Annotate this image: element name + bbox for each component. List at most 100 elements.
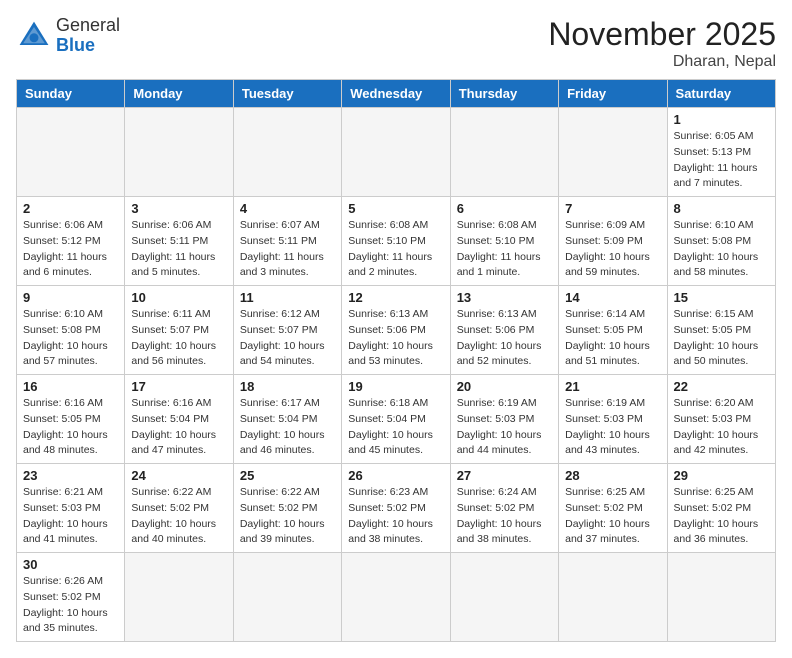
week-row-3: 16 Sunrise: 6:16 AMSunset: 5:05 PMDayligh… [17,375,776,464]
day-number: 14 [565,290,660,305]
day-number: 1 [674,112,769,127]
calendar-cell: 13 Sunrise: 6:13 AMSunset: 5:06 PMDayligh… [450,286,558,375]
day-number: 28 [565,468,660,483]
calendar-cell: 3 Sunrise: 6:06 AMSunset: 5:11 PMDaylight… [125,197,233,286]
week-row-5: 30 Sunrise: 6:26 AMSunset: 5:02 PMDayligh… [17,553,776,642]
calendar-cell: 7 Sunrise: 6:09 AMSunset: 5:09 PMDaylight… [559,197,667,286]
logo-icon [16,18,52,54]
day-number: 23 [23,468,118,483]
weekday-header-tuesday: Tuesday [233,80,341,108]
sun-info: Sunrise: 6:13 AMSunset: 5:06 PMDaylight:… [457,307,552,370]
day-number: 25 [240,468,335,483]
sun-info: Sunrise: 6:19 AMSunset: 5:03 PMDaylight:… [457,396,552,459]
day-number: 3 [131,201,226,216]
logo: General Blue [16,16,120,56]
sun-info: Sunrise: 6:19 AMSunset: 5:03 PMDaylight:… [565,396,660,459]
sun-info: Sunrise: 6:08 AMSunset: 5:10 PMDaylight:… [348,218,443,281]
calendar-cell: 5 Sunrise: 6:08 AMSunset: 5:10 PMDaylight… [342,197,450,286]
week-row-1: 2 Sunrise: 6:06 AMSunset: 5:12 PMDaylight… [17,197,776,286]
sun-info: Sunrise: 6:18 AMSunset: 5:04 PMDaylight:… [348,396,443,459]
calendar-cell [559,553,667,642]
sun-info: Sunrise: 6:10 AMSunset: 5:08 PMDaylight:… [674,218,769,281]
calendar-cell [233,553,341,642]
day-number: 16 [23,379,118,394]
day-number: 6 [457,201,552,216]
calendar-cell: 24Sunrise: 6:22 AMSunset: 5:02 PMDayligh… [125,464,233,553]
calendar-cell: 9 Sunrise: 6:10 AMSunset: 5:08 PMDaylight… [17,286,125,375]
weekday-header-thursday: Thursday [450,80,558,108]
calendar-cell: 16 Sunrise: 6:16 AMSunset: 5:05 PMDayligh… [17,375,125,464]
week-row-4: 23Sunrise: 6:21 AMSunset: 5:03 PMDayligh… [17,464,776,553]
calendar-cell: 2 Sunrise: 6:06 AMSunset: 5:12 PMDaylight… [17,197,125,286]
calendar-cell: 4 Sunrise: 6:07 AMSunset: 5:11 PMDaylight… [233,197,341,286]
sun-info: Sunrise: 6:25 AMSunset: 5:02 PMDaylight:… [565,485,660,548]
day-number: 24 [131,468,226,483]
title-area: November 2025 Dharan, Nepal [548,16,776,71]
day-number: 17 [131,379,226,394]
sun-info: Sunrise: 6:09 AMSunset: 5:09 PMDaylight:… [565,218,660,281]
day-number: 13 [457,290,552,305]
sun-info: Sunrise: 6:05 AMSunset: 5:13 PMDaylight:… [674,129,769,192]
sun-info: Sunrise: 6:23 AMSunset: 5:02 PMDaylight:… [348,485,443,548]
calendar-cell: 29 Sunrise: 6:25 AMSunset: 5:02 PMDayligh… [667,464,775,553]
calendar-cell: 1 Sunrise: 6:05 AMSunset: 5:13 PMDaylight… [667,108,775,197]
calendar-cell [450,108,558,197]
calendar-cell: 22 Sunrise: 6:20 AMSunset: 5:03 PMDayligh… [667,375,775,464]
sun-info: Sunrise: 6:10 AMSunset: 5:08 PMDaylight:… [23,307,118,370]
day-number: 4 [240,201,335,216]
day-number: 19 [348,379,443,394]
day-number: 27 [457,468,552,483]
sun-info: Sunrise: 6:16 AMSunset: 5:05 PMDaylight:… [23,396,118,459]
sun-info: Sunrise: 6:25 AMSunset: 5:02 PMDaylight:… [674,485,769,548]
week-row-0: 1 Sunrise: 6:05 AMSunset: 5:13 PMDaylight… [17,108,776,197]
sun-info: Sunrise: 6:20 AMSunset: 5:03 PMDaylight:… [674,396,769,459]
sun-info: Sunrise: 6:07 AMSunset: 5:11 PMDaylight:… [240,218,335,281]
weekday-header-wednesday: Wednesday [342,80,450,108]
sun-info: Sunrise: 6:24 AMSunset: 5:02 PMDaylight:… [457,485,552,548]
day-number: 2 [23,201,118,216]
calendar-cell: 8Sunrise: 6:10 AMSunset: 5:08 PMDaylight… [667,197,775,286]
calendar-cell: 15Sunrise: 6:15 AMSunset: 5:05 PMDayligh… [667,286,775,375]
day-number: 26 [348,468,443,483]
day-number: 9 [23,290,118,305]
logo-text: General Blue [56,16,120,56]
calendar-cell [559,108,667,197]
sun-info: Sunrise: 6:06 AMSunset: 5:11 PMDaylight:… [131,218,226,281]
calendar: SundayMondayTuesdayWednesdayThursdayFrid… [16,79,776,642]
calendar-cell: 28 Sunrise: 6:25 AMSunset: 5:02 PMDayligh… [559,464,667,553]
calendar-cell [233,108,341,197]
calendar-cell: 23Sunrise: 6:21 AMSunset: 5:03 PMDayligh… [17,464,125,553]
calendar-cell: 27 Sunrise: 6:24 AMSunset: 5:02 PMDayligh… [450,464,558,553]
calendar-cell: 6Sunrise: 6:08 AMSunset: 5:10 PMDaylight… [450,197,558,286]
day-number: 7 [565,201,660,216]
calendar-cell [450,553,558,642]
calendar-cell: 26 Sunrise: 6:23 AMSunset: 5:02 PMDayligh… [342,464,450,553]
day-number: 29 [674,468,769,483]
weekday-header-friday: Friday [559,80,667,108]
calendar-cell: 18 Sunrise: 6:17 AMSunset: 5:04 PMDayligh… [233,375,341,464]
day-number: 18 [240,379,335,394]
calendar-cell: 17Sunrise: 6:16 AMSunset: 5:04 PMDayligh… [125,375,233,464]
calendar-cell [342,553,450,642]
sun-info: Sunrise: 6:22 AMSunset: 5:02 PMDaylight:… [240,485,335,548]
day-number: 30 [23,557,118,572]
calendar-cell [342,108,450,197]
sun-info: Sunrise: 6:17 AMSunset: 5:04 PMDaylight:… [240,396,335,459]
calendar-cell [125,553,233,642]
day-number: 22 [674,379,769,394]
weekday-header-row: SundayMondayTuesdayWednesdayThursdayFrid… [17,80,776,108]
weekday-header-monday: Monday [125,80,233,108]
sun-info: Sunrise: 6:13 AMSunset: 5:06 PMDaylight:… [348,307,443,370]
sun-info: Sunrise: 6:12 AMSunset: 5:07 PMDaylight:… [240,307,335,370]
calendar-cell [667,553,775,642]
calendar-cell: 11Sunrise: 6:12 AMSunset: 5:07 PMDayligh… [233,286,341,375]
calendar-cell [17,108,125,197]
calendar-cell: 12 Sunrise: 6:13 AMSunset: 5:06 PMDayligh… [342,286,450,375]
sun-info: Sunrise: 6:06 AMSunset: 5:12 PMDaylight:… [23,218,118,281]
day-number: 12 [348,290,443,305]
day-number: 5 [348,201,443,216]
weekday-header-sunday: Sunday [17,80,125,108]
sun-info: Sunrise: 6:26 AMSunset: 5:02 PMDaylight:… [23,574,118,637]
day-number: 21 [565,379,660,394]
day-number: 15 [674,290,769,305]
